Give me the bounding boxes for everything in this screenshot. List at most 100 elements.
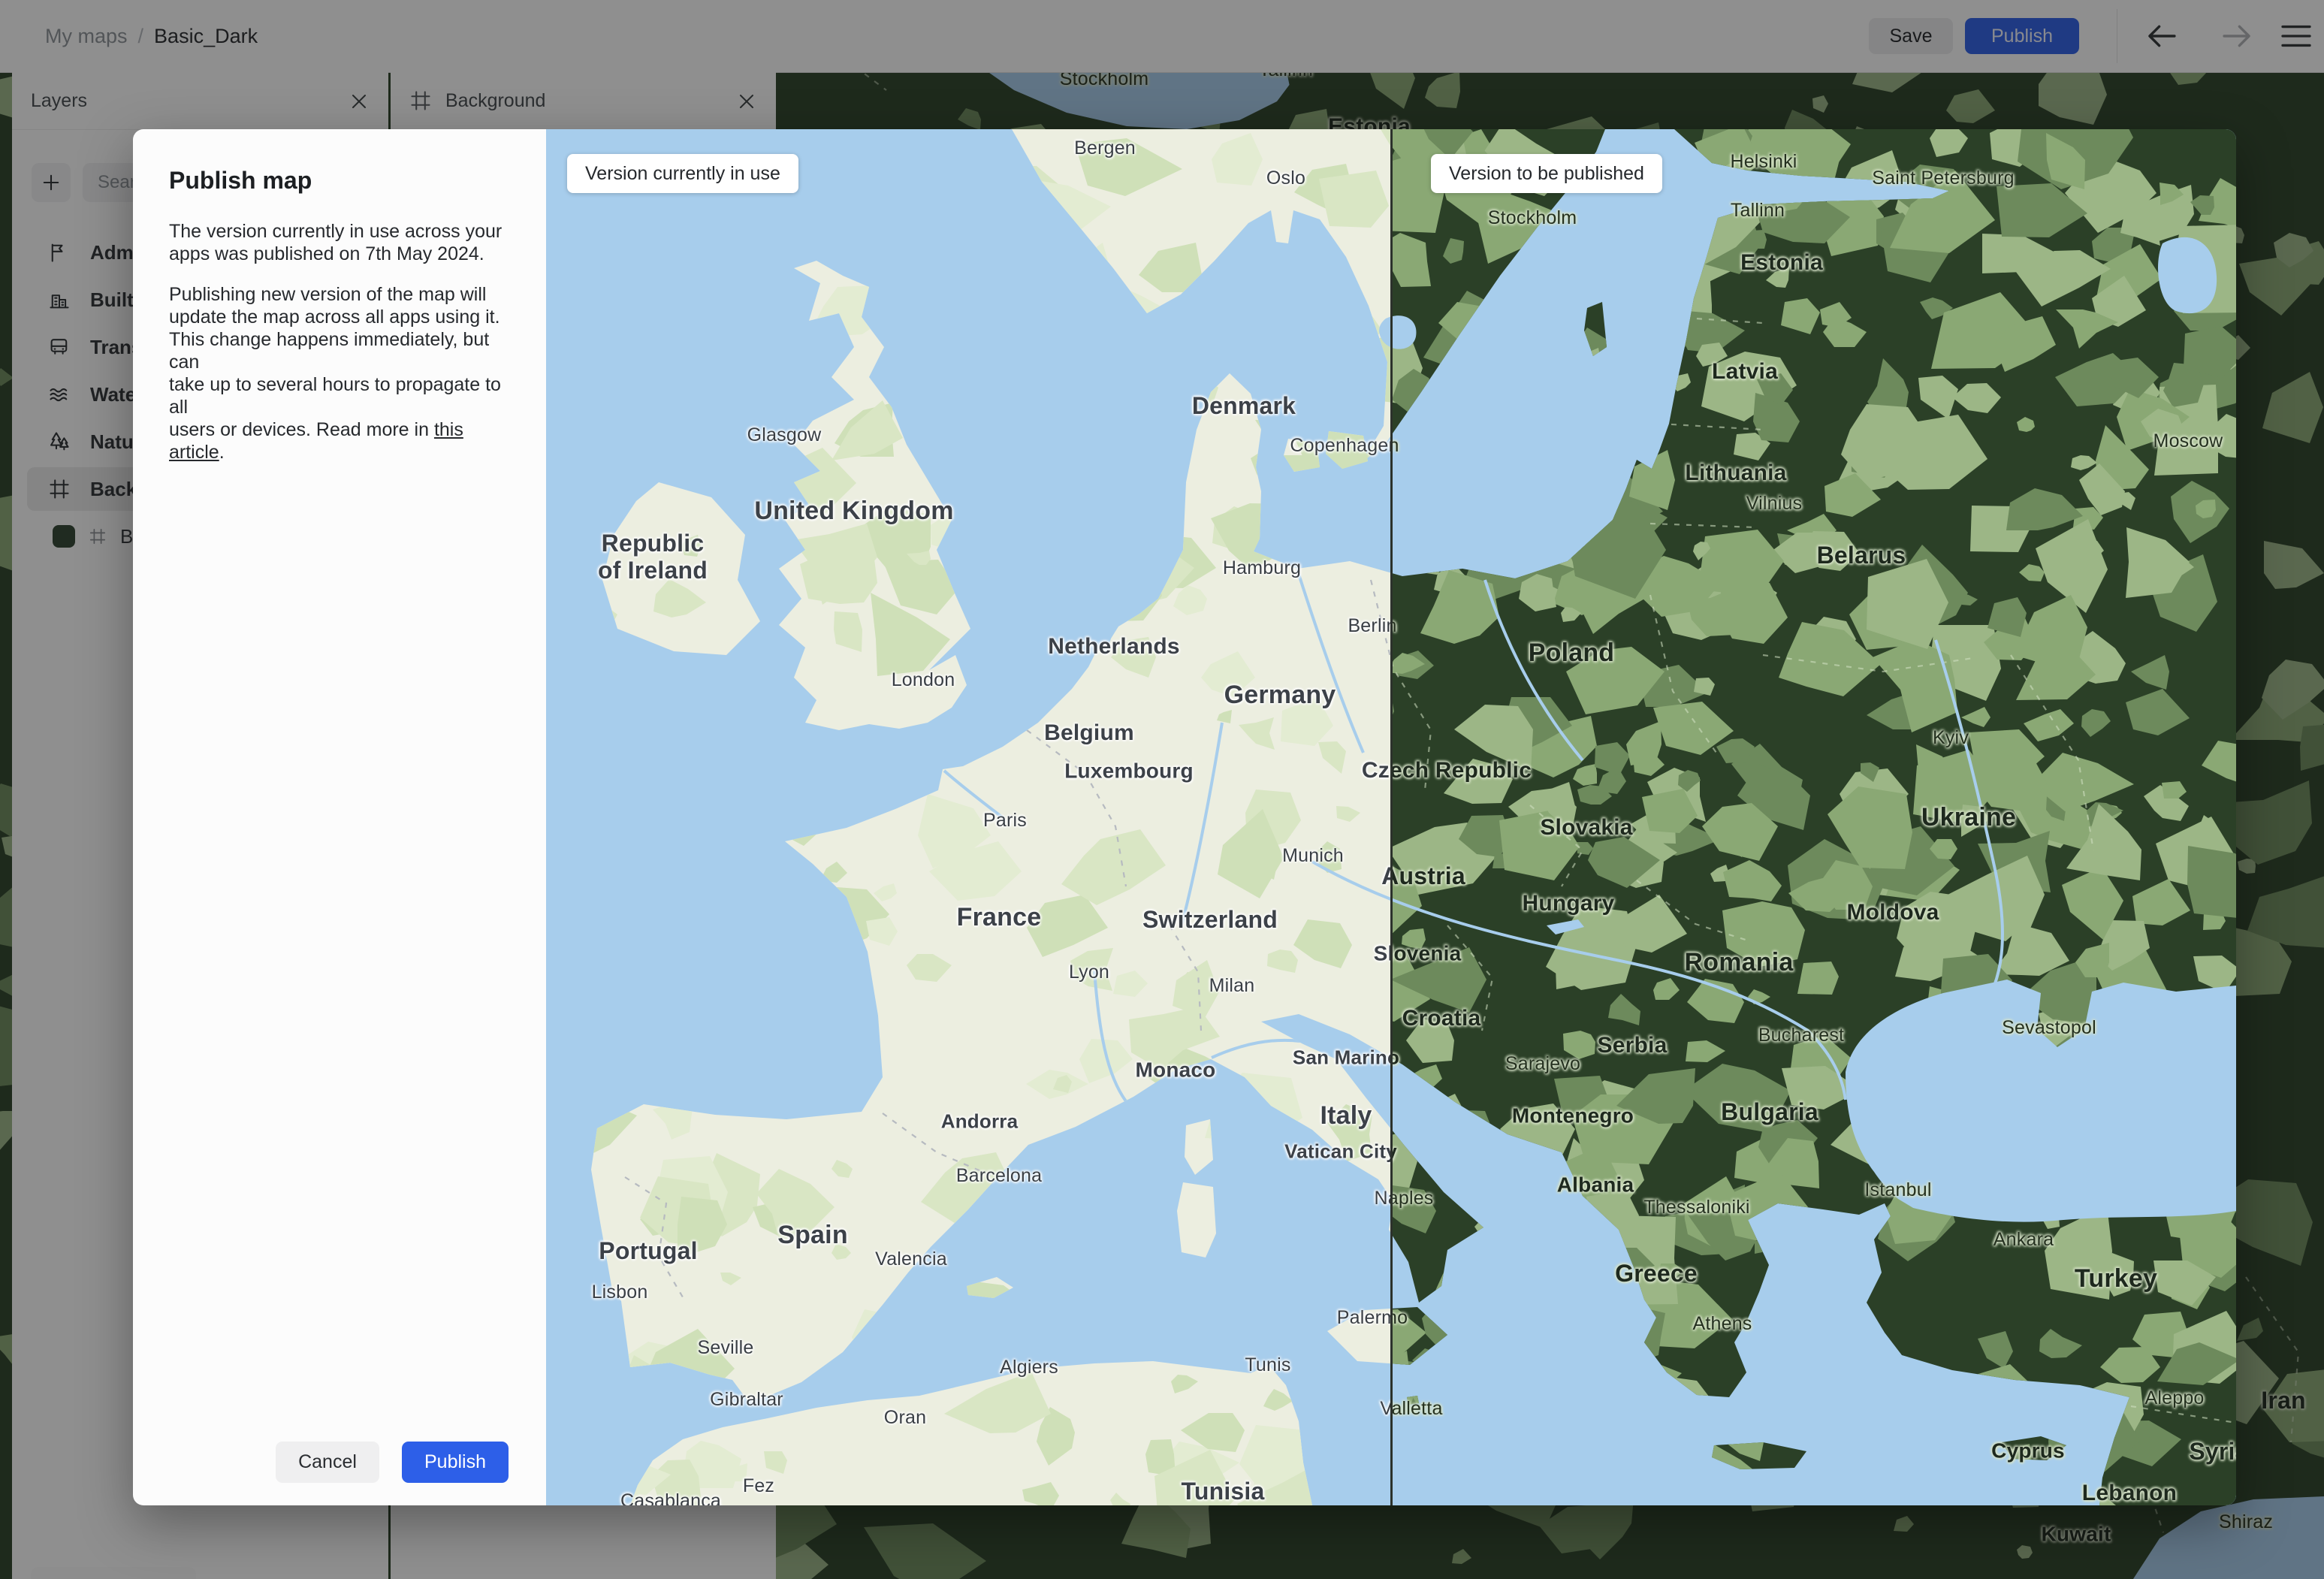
map-label-copenhagen: Copenhagen: [1290, 435, 1390, 456]
map-label-sevastopol: Sevastopol: [2002, 1017, 2096, 1038]
map-label-romania: Romania: [1684, 947, 1794, 977]
compare-divider[interactable]: [1390, 129, 1393, 1505]
map-label-sarajevo: Sarajevo: [1505, 1053, 1581, 1074]
map-label-czech-republic: Czech Republic: [1393, 758, 1532, 783]
publish-modal-paragraph-1: The version currently in use across your…: [169, 221, 503, 264]
map-label-slovenia: Slovenia: [1373, 941, 1390, 965]
map-label-netherlands: Netherlands: [1048, 634, 1180, 660]
map-label-casablanca: Casablanca: [620, 1490, 722, 1505]
map-label-portugal: Portugal: [599, 1237, 698, 1265]
map-label-moldova: Moldova: [1846, 900, 1939, 925]
map-label-san-marino: San Marino: [1292, 1046, 1390, 1069]
map-label-estonia: Estonia: [1740, 250, 1823, 276]
modal-actions: Cancel Publish: [276, 1442, 509, 1483]
map-label-berlin: Berlin: [1348, 615, 1390, 636]
map-label-san-marino: San Marino: [1393, 1046, 1400, 1069]
publish-modal: Publish map The version currently in use…: [133, 129, 546, 1505]
map-label-spain: Spain: [777, 1220, 848, 1249]
map-label-monaco: Monaco: [1135, 1058, 1216, 1082]
map-label-montenegro: Montenegro: [1511, 1103, 1634, 1128]
map-label-austria: Austria: [1393, 862, 1465, 890]
map-label-athens: Athens: [1692, 1313, 1752, 1334]
map-label-valencia: Valencia: [875, 1248, 947, 1270]
map-label-istanbul: Istanbul: [1864, 1179, 1932, 1200]
map-label-republic-of-ireland: Republic of Ireland: [597, 530, 708, 584]
map-label-denmark: Denmark: [1191, 392, 1296, 420]
publish-modal-title: Publish map: [169, 167, 312, 194]
map-label-munich: Munich: [1282, 845, 1344, 866]
map-label-serbia: Serbia: [1597, 1033, 1668, 1058]
map-label-slovenia: Slovenia: [1393, 941, 1462, 965]
map-label-bulgaria: Bulgaria: [1721, 1098, 1818, 1126]
map-label-aleppo: Aleppo: [2144, 1387, 2205, 1408]
map-label-saint-petersburg: Saint Petersburg: [1872, 168, 2015, 189]
map-label-croatia: Croatia: [1402, 1006, 1481, 1031]
map-compare-view[interactable]: Bergen Oslo Stockholm Helsinki Saint Petersb…: [546, 129, 2236, 1505]
map-label-moscow: Moscow: [2153, 430, 2223, 451]
map-label-vatican-city: Vatican City: [1284, 1140, 1390, 1163]
map-label-london: London: [891, 669, 955, 690]
map-label-seville: Seville: [697, 1337, 754, 1358]
map-label-algiers: Algiers: [1000, 1357, 1058, 1378]
map-label-bucharest: Bucharest: [1758, 1025, 1845, 1046]
map-label-oslo: Oslo: [1266, 168, 1306, 189]
map-label-tunisia: Tunisia: [1181, 1478, 1265, 1505]
map-label-slovakia: Slovakia: [1540, 815, 1633, 841]
map-label-palermo: Palermo: [1393, 1307, 1408, 1328]
map-label-albania: Albania: [1556, 1173, 1634, 1197]
map-label-paris: Paris: [983, 810, 1027, 831]
new-version-badge: Version to be published: [1431, 154, 1662, 193]
map-label-valletta: Valletta: [1393, 1398, 1443, 1419]
map-label-naples: Naples: [1374, 1188, 1390, 1209]
map-label-italy: Italy: [1320, 1100, 1372, 1130]
map-label-berlin: Berlin: [1393, 615, 1397, 636]
map-label-ankara: Ankara: [1993, 1229, 2054, 1250]
map-label-thessaloniki: Thessaloniki: [1643, 1197, 1750, 1218]
map-label-lebanon: Lebanon: [2081, 1481, 2178, 1505]
map-label-kyiv: Kyiv: [1932, 727, 1969, 748]
map-label-ukraine: Ukraine: [1921, 802, 2017, 832]
map-label-cyprus: Cyprus: [1991, 1439, 2065, 1463]
map-label-hamburg: Hamburg: [1222, 557, 1302, 578]
map-label-latvia: Latvia: [1712, 359, 1778, 385]
map-label-palermo: Palermo: [1336, 1307, 1390, 1328]
map-label-austria: Austria: [1381, 862, 1390, 890]
publish-confirm-button[interactable]: Publish: [402, 1442, 509, 1483]
current-version-badge: Version currently in use: [567, 154, 798, 193]
map-label-czech-republic: Czech Republic: [1361, 758, 1390, 783]
map-label-naples: Naples: [1393, 1188, 1434, 1209]
map-label-stockholm: Stockholm: [1487, 207, 1577, 228]
map-label-turkey: Turkey: [2074, 1264, 2158, 1293]
map-label-lithuania: Lithuania: [1685, 460, 1787, 486]
map-label-barcelona: Barcelona: [955, 1165, 1043, 1186]
map-label-united-kingdom: United Kingdom: [754, 496, 954, 525]
map-label-lisbon: Lisbon: [591, 1282, 648, 1303]
map-label-switzerland: Switzerland: [1142, 906, 1278, 934]
map-editor-app: StockholmTallinnEstoniaIranShirazKuwait …: [0, 0, 2324, 1579]
map-label-greece: Greece: [1615, 1260, 1698, 1288]
map-label-oran: Oran: [883, 1407, 927, 1428]
map-label-andorra: Andorra: [940, 1110, 1019, 1133]
map-label-tallinn: Tallinn: [1730, 200, 1785, 221]
map-label-vatican-city: Vatican City: [1393, 1140, 1397, 1162]
map-label-tunis: Tunis: [1245, 1354, 1291, 1375]
map-label-syria: Syria: [2189, 1438, 2236, 1466]
map-label-germany: Germany: [1224, 680, 1336, 709]
map-label-bergen: Bergen: [1074, 137, 1136, 159]
map-label-glasgow: Glasgow: [747, 424, 822, 445]
map-label-hungary: Hungary: [1522, 891, 1615, 916]
map-label-helsinki: Helsinki: [1730, 151, 1797, 172]
map-label-belgium: Belgium: [1044, 720, 1134, 746]
map-version-new: BergenOsloStockholmHelsinkiSaint Petersb…: [1393, 129, 2236, 1505]
map-label-vilnius: Vilnius: [1746, 493, 1803, 514]
map-label-france: France: [956, 902, 1042, 931]
map-label-lyon: Lyon: [1068, 962, 1110, 983]
publish-dialog: Publish map The version currently in use…: [133, 129, 2236, 1505]
cancel-button[interactable]: Cancel: [276, 1442, 379, 1483]
publish-modal-paragraph-2: Publishing new version of the map will u…: [169, 284, 501, 463]
map-label-gibraltar: Gibraltar: [710, 1389, 783, 1410]
map-label-belarus: Belarus: [1816, 542, 1906, 569]
map-label-valletta: Valletta: [1380, 1398, 1390, 1419]
map-label-copenhagen: Copenhagen: [1393, 435, 1399, 456]
map-label-fez: Fez: [742, 1475, 775, 1496]
